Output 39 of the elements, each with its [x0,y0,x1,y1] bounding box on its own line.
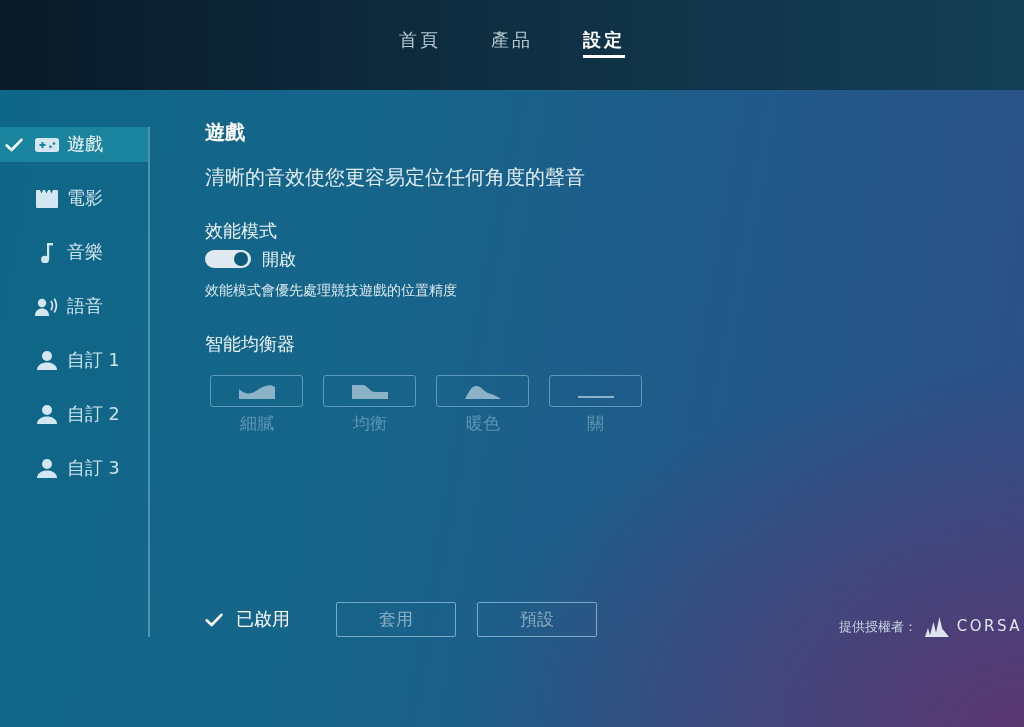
eq-preset-label: 均衡 [352,412,387,433]
eq-preset-button[interactable] [210,374,303,407]
speaking-person-icon [35,297,59,316]
nav-tab[interactable]: 產品 [491,29,533,58]
enabled-checkbox[interactable]: 已啟用 [205,609,290,630]
toggle-switch[interactable] [205,250,251,269]
sidebar-item[interactable]: 遊戲 [0,127,148,162]
eq-preset-button[interactable] [436,374,529,407]
sidebar-item[interactable]: 音樂 [0,235,148,270]
sidebar-item[interactable]: 語音 [0,289,148,324]
person-icon [37,405,57,424]
section-description: 清晰的音效使您更容易定位任何角度的聲音 [205,165,585,189]
eq-preset-button[interactable] [549,374,642,407]
eq-preset-label: 暖色 [465,412,500,433]
sidebar-item[interactable]: 電影 [0,181,148,216]
flat-line-icon [577,395,614,398]
brand-wordmark: CORSA [956,616,1022,638]
section-title: 遊戲 [205,120,245,144]
sails-logo-icon [924,616,949,637]
music-note-icon [41,242,53,263]
eq-preset-label: 細膩 [239,412,274,433]
clapperboard-icon [36,189,58,208]
eq-preset-label: 關 [587,412,604,433]
check-icon [5,137,23,152]
sidebar-item[interactable]: 自訂 3 [0,451,148,486]
person-icon [37,351,57,370]
nav-tab[interactable]: 設定 [583,29,625,58]
nav-tab[interactable]: 首頁 [399,29,441,58]
check-icon [205,612,223,627]
credit-text: 提供授權者： [838,617,917,636]
setting-label: 智能均衡器 [205,333,295,355]
person-icon [37,459,57,478]
gamepad-icon [35,137,59,152]
setting-label: 效能模式 [205,221,277,242]
toggle-state-text: 開啟 [262,249,296,270]
sidebar-item[interactable]: 自訂 1 [0,343,148,378]
eq-preset-button[interactable] [323,374,416,407]
hint-text: 效能模式會優先處理競技遊戲的位置精度 [205,282,457,299]
sidebar-item[interactable]: 自訂 2 [0,397,148,432]
